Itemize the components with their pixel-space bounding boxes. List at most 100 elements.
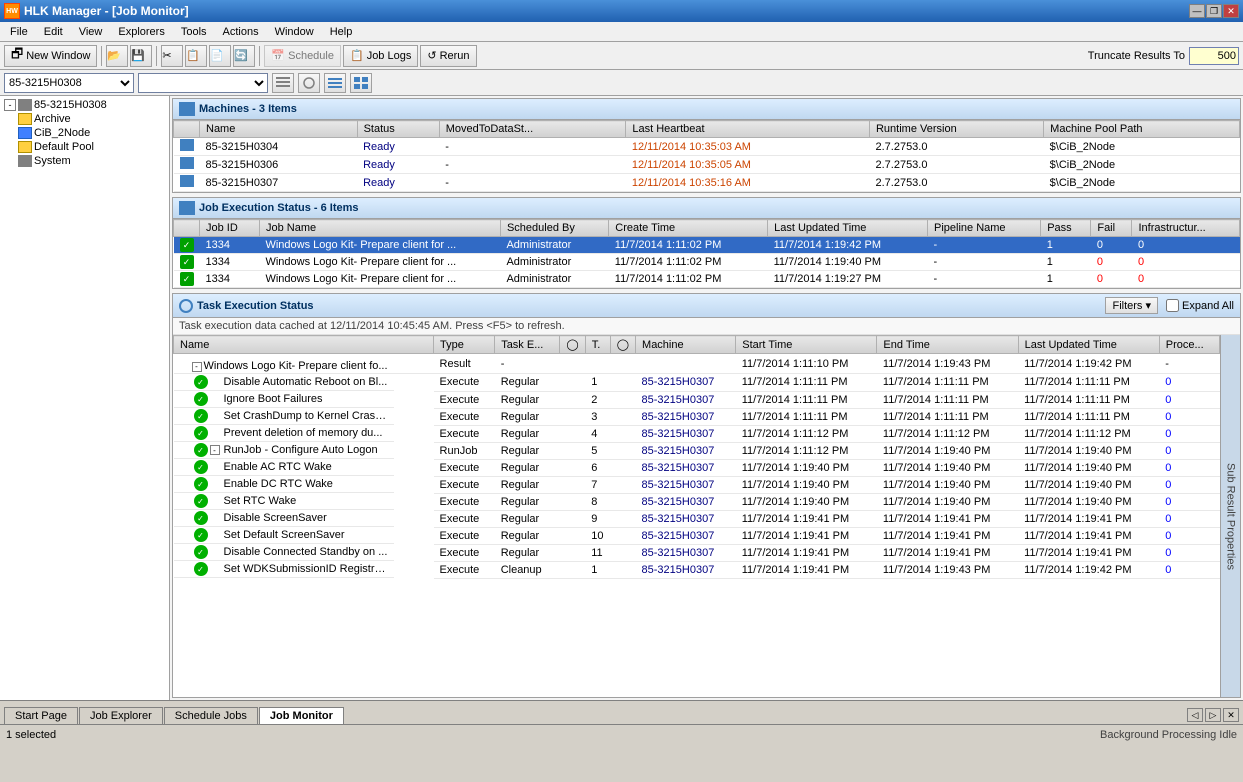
col-task-exec[interactable]: Task E... [495,336,560,354]
col-job-pipeline[interactable]: Pipeline Name [928,220,1041,237]
col-task-name[interactable]: Name [174,336,434,354]
task-table-wrapper[interactable]: Name Type Task E... ◯ T. ◯ Machine Start… [173,335,1220,697]
col-job-fail[interactable]: Fail [1091,220,1132,237]
task-machine-3: 85-3215H0307 [636,408,736,425]
job-row-0[interactable]: ✓ 1334 Windows Logo Kit- Prepare client … [174,237,1240,254]
col-machine-poolpath[interactable]: Machine Pool Path [1044,121,1240,138]
menu-view[interactable]: View [71,22,111,41]
filters-button[interactable]: Filters ▾ [1105,297,1158,314]
col-job-infra[interactable]: Infrastructur... [1132,220,1240,237]
col-task-col2[interactable]: ◯ [610,336,635,354]
col-task-t[interactable]: T. [585,336,610,354]
task-row[interactable]: ✓Set Default ScreenSaver Execute Regular… [174,527,1220,544]
task-col1-5 [560,442,585,459]
task-row[interactable]: ✓Prevent deletion of memory du... Execut… [174,425,1220,442]
pool-selector[interactable] [138,73,268,93]
task-row[interactable]: ✓Disable Connected Standby on ... Execut… [174,544,1220,561]
addr-btn-1[interactable] [272,73,294,93]
col-job-create[interactable]: Create Time [609,220,768,237]
addr-btn-3[interactable] [324,73,346,93]
minimize-button[interactable]: — [1189,4,1205,18]
col-task-col1[interactable]: ◯ [560,336,585,354]
menu-actions[interactable]: Actions [215,22,267,41]
task-row[interactable]: ✓Disable Automatic Reboot on Bl... Execu… [174,374,1220,392]
col-machine-moved[interactable]: MovedToDataSt... [439,121,626,138]
menu-file[interactable]: File [2,22,36,41]
open-button[interactable]: 📂 [106,45,128,67]
sidebar-item-default-pool[interactable]: Default Pool [2,140,167,154]
task-machine-8: 85-3215H0307 [636,493,736,510]
task-row[interactable]: -Windows Logo Kit- Prepare client fo... … [174,354,1220,374]
col-task-end[interactable]: End Time [877,336,1018,354]
sidebar-item-system[interactable]: System [2,154,167,168]
paste-button[interactable]: 📄 [209,45,231,67]
col-task-machine[interactable]: Machine [636,336,736,354]
machine-row[interactable]: 85-3215H0306 Ready - 12/11/2014 10:35:05… [174,156,1240,174]
menu-tools[interactable]: Tools [173,22,215,41]
copy-button[interactable]: 📋 [185,45,207,67]
rerun-button[interactable]: ↺ Rerun [420,45,476,67]
col-machine-status[interactable]: Status [357,121,439,138]
restore-button[interactable]: ❐ [1206,4,1222,18]
addr-btn-4[interactable] [350,73,372,93]
tab-nav-right[interactable]: ▷ [1205,708,1221,722]
job-row-2[interactable]: ✓ 1334 Windows Logo Kit- Prepare client … [174,271,1240,288]
expand-all-checkbox[interactable] [1166,299,1179,312]
machine-row[interactable]: 85-3215H0307 Ready - 12/11/2014 10:35:16… [174,174,1240,192]
task-row[interactable]: ✓Enable DC RTC Wake Execute Regular 7 85… [174,476,1220,493]
machines-table-wrapper[interactable]: Name Status MovedToDataSt... Last Heartb… [173,120,1240,192]
machine-row[interactable]: 85-3215H0304 Ready - 12/11/2014 10:35:03… [174,138,1240,156]
col-task-updated[interactable]: Last Updated Time [1018,336,1159,354]
tab-nav-left[interactable]: ◁ [1187,708,1203,722]
menu-window[interactable]: Window [267,22,322,41]
save-button[interactable]: 💾 [130,45,152,67]
new-window-button[interactable]: 🗗 New Window [4,45,97,67]
tab-job-explorer[interactable]: Job Explorer [79,707,163,724]
task-start-6: 11/7/2014 1:19:40 PM [736,459,877,476]
menu-explorers[interactable]: Explorers [110,22,172,41]
col-job-name[interactable]: Job Name [259,220,500,237]
col-job-id[interactable]: Job ID [200,220,260,237]
col-machine-heartbeat[interactable]: Last Heartbeat [626,121,870,138]
task-exec-3: Regular [495,408,560,425]
task-row[interactable]: ✓Enable AC RTC Wake Execute Regular 6 85… [174,459,1220,476]
col-job-pass[interactable]: Pass [1041,220,1091,237]
schedule-button[interactable]: 📅 Schedule [264,45,341,67]
task-row[interactable]: ✓Disable ScreenSaver Execute Regular 9 8… [174,510,1220,527]
menu-help[interactable]: Help [322,22,361,41]
cut-button[interactable]: ✂ [161,45,183,67]
task-row[interactable]: ✓Ignore Boot Failures Execute Regular 2 … [174,391,1220,408]
tab-schedule-jobs[interactable]: Schedule Jobs [164,707,258,724]
sidebar-item-cib2node[interactable]: CiB_2Node [2,126,167,140]
sidebar-root[interactable]: - 85-3215H0308 [2,98,167,112]
tab-start-page[interactable]: Start Page [4,707,78,724]
tab-job-monitor[interactable]: Job Monitor [259,707,344,724]
jobs-table-wrapper[interactable]: Job ID Job Name Scheduled By Create Time… [173,219,1240,288]
task-row[interactable]: ✓Set RTC Wake Execute Regular 8 85-3215H… [174,493,1220,510]
task-t-8: 8 [585,493,610,510]
col-task-type[interactable]: Type [434,336,495,354]
computer-icon [18,99,32,111]
task-col1-6 [560,459,585,476]
task-row[interactable]: ✓Set CrashDump to Kernel Crash... Execut… [174,408,1220,425]
refresh-button[interactable]: 🔄 [233,45,255,67]
machine-selector[interactable]: 85-3215H0308 [4,73,134,93]
menu-edit[interactable]: Edit [36,22,71,41]
col-job-updated[interactable]: Last Updated Time [768,220,928,237]
tab-nav-close[interactable]: ✕ [1223,708,1239,722]
job-logs-button[interactable]: 📋 Job Logs [343,45,418,67]
task-row[interactable]: ✓Set WDKSubmissionID Registry... Execute… [174,561,1220,578]
job-row-1[interactable]: ✓ 1334 Windows Logo Kit- Prepare client … [174,254,1240,271]
col-job-scheduled[interactable]: Scheduled By [500,220,608,237]
truncate-input[interactable] [1189,47,1239,65]
col-task-proc[interactable]: Proce... [1159,336,1219,354]
col-machine-name[interactable]: Name [200,121,358,138]
addr-btn-2[interactable] [298,73,320,93]
job-name-1: Windows Logo Kit- Prepare client for ... [259,254,500,271]
col-task-start[interactable]: Start Time [736,336,877,354]
close-button[interactable]: ✕ [1223,4,1239,18]
task-row[interactable]: ✓-RunJob - Configure Auto Logon RunJob R… [174,442,1220,459]
root-expand-icon[interactable]: - [4,99,16,111]
sidebar-item-archive[interactable]: Archive [2,112,167,126]
col-machine-runtime[interactable]: Runtime Version [869,121,1043,138]
